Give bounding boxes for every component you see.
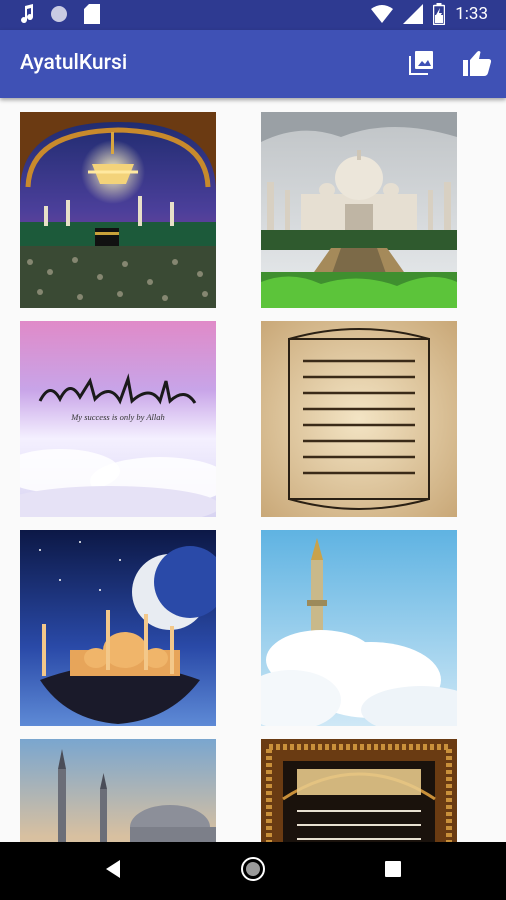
calligraphy-clouds-image[interactable]: My success is only by Allah (20, 321, 216, 517)
gallery-button[interactable] (406, 50, 436, 80)
clock: 1:33 (455, 4, 488, 24)
recents-button[interactable] (377, 855, 409, 887)
mosque-domes-image[interactable] (20, 739, 216, 842)
home-button[interactable] (237, 855, 269, 887)
recents-icon (384, 860, 402, 882)
signal-icon (403, 4, 424, 24)
thumbs-up-icon (462, 49, 492, 81)
back-button[interactable] (97, 855, 129, 887)
music-note-icon (20, 4, 34, 24)
status-bar: 1:33 (0, 0, 506, 30)
navigation-bar (0, 842, 506, 900)
gallery-icon (407, 49, 435, 81)
sd-card-icon (84, 4, 100, 24)
calligraphy-caption: My success is only by Allah (70, 412, 165, 422)
ayatul-kursi-panel-image[interactable] (261, 739, 457, 842)
wifi-icon (371, 4, 394, 24)
app-title: AyatulKursi (20, 51, 128, 75)
mecca-kaaba-image[interactable] (20, 112, 216, 308)
home-icon (240, 856, 266, 886)
taj-mahal-image[interactable] (261, 112, 457, 308)
parchment-calligraphy-image[interactable] (261, 321, 457, 517)
app-bar: AyatulKursi (0, 30, 506, 98)
minaret-clouds-image[interactable] (261, 530, 457, 726)
back-icon (104, 859, 122, 883)
wallpaper-grid: My success is only by Allah (0, 98, 506, 842)
floating-mosque-moon-image[interactable] (20, 530, 216, 726)
like-button[interactable] (462, 50, 492, 80)
battery-icon (433, 3, 446, 25)
circle-icon (50, 5, 68, 23)
